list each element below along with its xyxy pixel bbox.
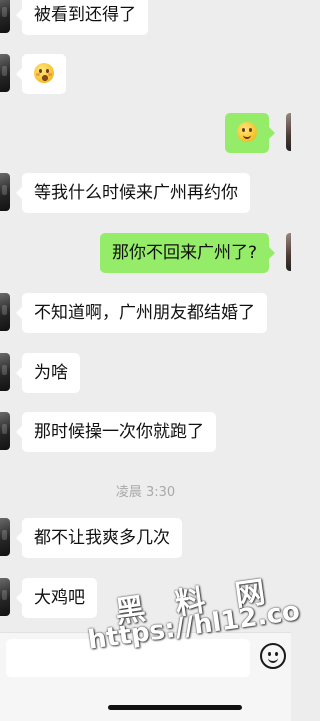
contact-avatar[interactable] [0, 412, 10, 450]
smiling-face-emoji-icon [237, 121, 257, 142]
message-row: 不知道啊，广州朋友都结婚了 [0, 293, 291, 333]
contact-avatar[interactable] [0, 518, 10, 556]
contact-avatar[interactable] [0, 353, 10, 391]
smiley-face-icon[interactable] [260, 643, 286, 669]
message-row: 为啥 [0, 353, 291, 393]
incoming-message-bubble[interactable]: 为啥 [16, 353, 80, 393]
incoming-message-bubble[interactable]: 大鸡吧 [16, 578, 97, 618]
incoming-message-bubble[interactable]: 不知道啊，广州朋友都结婚了 [16, 293, 267, 333]
message-row: 被看到还得了 [0, 0, 291, 35]
incoming-message-bubble[interactable]: 都不让我爽多几次 [16, 518, 182, 558]
incoming-message-bubble[interactable]: 等我什么时候来广州再约你 [16, 173, 250, 213]
chat-message-list[interactable]: 被看到还得了 等我什么时候来广州再约你 那你不回来广州了? 不知道啊，广州朋友都… [0, 0, 291, 632]
contact-avatar[interactable] [0, 173, 10, 211]
message-row: 都不让我爽多几次 [0, 518, 291, 558]
message-row [0, 54, 291, 94]
incoming-message-bubble[interactable] [16, 54, 66, 94]
outgoing-message-bubble[interactable]: 那你不回来广州了? [99, 233, 276, 273]
message-row: 等我什么时候来广州再约你 [0, 173, 291, 213]
contact-avatar[interactable] [0, 54, 10, 92]
contact-avatar[interactable] [0, 578, 10, 616]
incoming-message-bubble[interactable]: 被看到还得了 [16, 0, 148, 35]
my-avatar[interactable] [286, 233, 291, 271]
incoming-message-bubble[interactable]: 那时候操一次你就跑了 [16, 412, 216, 452]
flushed-face-emoji-icon [34, 62, 54, 83]
my-avatar[interactable] [286, 113, 291, 151]
contact-avatar[interactable] [0, 293, 10, 331]
message-row: 那你不回来广州了? [0, 233, 291, 273]
message-row: 那时候操一次你就跑了 [0, 412, 291, 452]
home-indicator[interactable] [108, 705, 242, 710]
contact-avatar[interactable] [0, 0, 10, 33]
message-row [0, 113, 291, 153]
outgoing-message-bubble[interactable] [225, 113, 275, 153]
message-timestamp: 凌晨 3:30 [115, 485, 176, 500]
